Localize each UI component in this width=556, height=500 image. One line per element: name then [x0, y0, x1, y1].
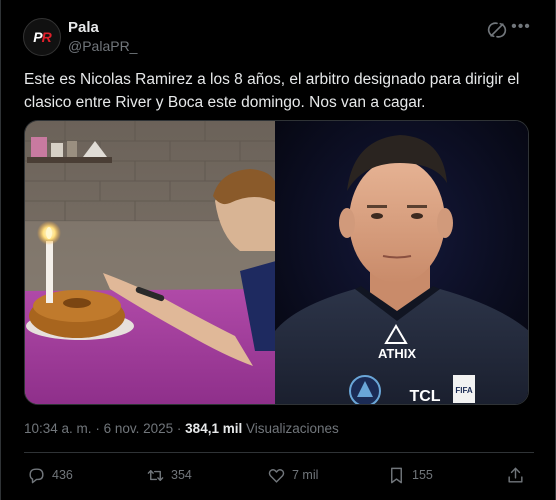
tweet-meta: 10:34 a. m. · 6 nov. 2025 · 384,1 mil Vi…: [24, 421, 339, 436]
like-button[interactable]: 7 mil: [267, 462, 318, 488]
fifa-badge: FIFA: [455, 386, 473, 395]
views-label: Visualizaciones: [245, 421, 339, 436]
tweet-card: PR Pala @PalaPR_ ••• Este es Nicolas Ram…: [0, 0, 556, 500]
repost-button[interactable]: 354: [146, 462, 192, 488]
meta-separator: ·: [95, 421, 100, 436]
reply-icon: [29, 467, 44, 483]
tweet-date[interactable]: 6 nov. 2025: [104, 421, 174, 436]
media-photo-child-with-cake[interactable]: [25, 121, 275, 404]
more-icon[interactable]: •••: [511, 18, 531, 38]
like-icon: [268, 468, 285, 483]
repost-count: 354: [171, 468, 192, 482]
action-bar: 436 354 7 mil 155: [1, 462, 556, 488]
like-count: 7 mil: [292, 468, 319, 482]
bookmark-button[interactable]: 155: [387, 462, 433, 488]
meta-separator: ·: [176, 421, 182, 436]
author-name[interactable]: Pala: [68, 19, 99, 36]
avatar-logo: PR: [33, 29, 51, 45]
divider: [24, 452, 534, 453]
views-count: 384,1 mil: [185, 421, 243, 436]
reply-button[interactable]: 436: [27, 462, 73, 488]
tweet-text: Este es Nicolas Ramirez a los 8 años, el…: [24, 71, 520, 111]
tweet-time[interactable]: 10:34 a. m.: [24, 421, 92, 436]
repost-icon: [147, 469, 164, 481]
reply-count: 436: [52, 468, 73, 482]
jersey-sponsor: TCL: [409, 388, 440, 404]
referee-image: FIFA ATHIX TCL: [275, 121, 528, 404]
bookmark-count: 155: [412, 468, 433, 482]
share-icon: [508, 467, 523, 483]
tweet-media[interactable]: FIFA ATHIX TCL: [24, 120, 529, 405]
jersey-brand: ATHIX: [378, 346, 416, 361]
grok-icon[interactable]: [487, 20, 507, 40]
avatar[interactable]: PR: [23, 18, 61, 56]
child-cake-image: [25, 121, 275, 404]
media-photo-referee[interactable]: FIFA ATHIX TCL: [275, 121, 528, 404]
share-button[interactable]: [506, 462, 531, 488]
author-handle[interactable]: @PalaPR_: [68, 38, 137, 54]
bookmark-icon: [391, 467, 402, 483]
